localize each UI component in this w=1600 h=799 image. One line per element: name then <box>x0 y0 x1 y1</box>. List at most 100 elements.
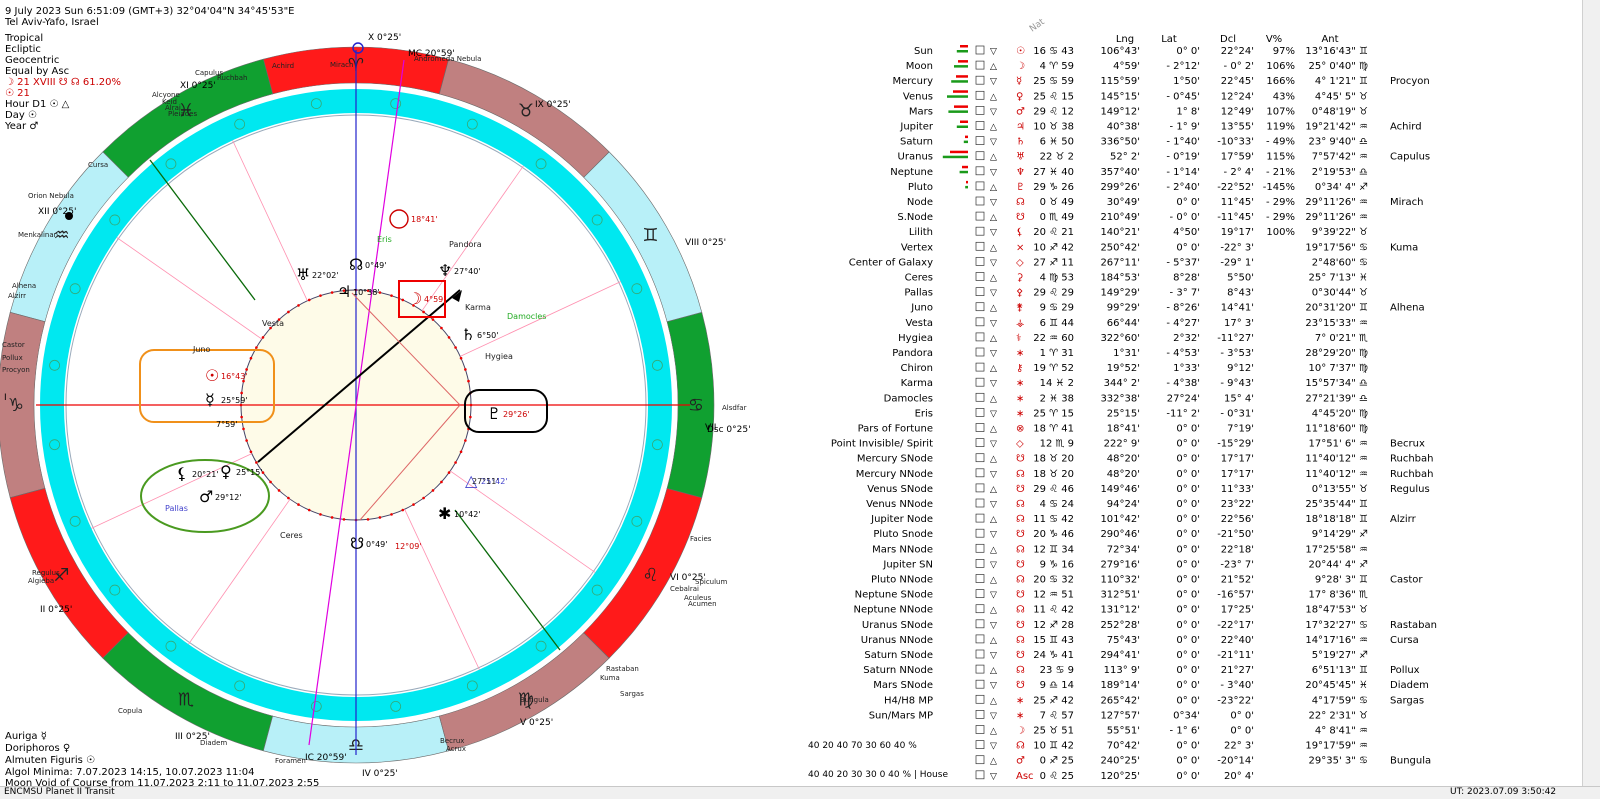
row-aspect-icon: △ <box>990 696 997 706</box>
row-declination: 17°17' <box>1221 454 1254 465</box>
row-glyph: ☋ <box>1016 680 1025 691</box>
row-longitude: 115°59' <box>1100 76 1140 87</box>
row-position: 6 ♓ 50 <box>1040 137 1074 148</box>
row-declination: - 9°43' <box>1220 378 1254 389</box>
row-longitude: 210°49' <box>1100 212 1140 223</box>
row-antiscia: 17° 8'36" ♏ <box>1309 590 1369 601</box>
row-longitude: 267°11' <box>1100 257 1140 268</box>
row-glyph: ♆ <box>1016 167 1025 178</box>
row-box-icon <box>975 725 985 734</box>
table-row: Uranus △ ♅ 22 ♉ 2 52° 2' - 0°19' 17°59' 115% 7°5… <box>898 150 1430 163</box>
row-glyph: ⊗ <box>1016 424 1024 435</box>
row-declination: - 3°40' <box>1220 680 1254 691</box>
row-name: Sun/Mars MP <box>869 710 933 721</box>
vertical-scrollbar[interactable] <box>1582 0 1600 786</box>
row-box-icon <box>975 90 985 100</box>
row-name: S.Node <box>897 212 933 223</box>
table-row: Chiron △ ⚷ 19 ♈ 52 19°52' 1°33' 9°12' 10° 7'37"… <box>901 362 1368 374</box>
row-antiscia: 4°45' 5" ♉ <box>1315 91 1368 102</box>
row-position: 29 ♌ 46 <box>1033 484 1074 495</box>
row-antiscia: 4°17'59" ♋ <box>1312 695 1368 706</box>
row-strength-bar-green <box>951 80 968 83</box>
row-position: 9 ♋ 29 <box>1040 303 1074 314</box>
row-declination: 0° 0' <box>1230 726 1254 737</box>
row-fixed-star: Becrux <box>1390 439 1425 450</box>
table-row: Mercury SNode △ ☋ 18 ♉ 20 48°20' 0° 0' 17°17' 1… <box>857 453 1434 465</box>
row-box-icon <box>975 423 985 432</box>
row-longitude: 250°42' <box>1100 242 1140 253</box>
row-name: Eris <box>915 408 933 419</box>
row-velocity: 107% <box>1266 106 1295 117</box>
table-row: Jupiter △ ♃ 10 ♉ 38 40°38' - 1° 9' 13°55' 119% 1… <box>899 120 1422 133</box>
row-aspect-icon: ▽ <box>990 772 997 782</box>
table-row: △ ♂ 0 ♐ 25 240°25' 0° 0' -20°14' 29°35' 3" ♋ Bu… <box>975 755 1431 767</box>
row-box-icon <box>975 513 985 523</box>
row-longitude: 25°15' <box>1107 408 1140 419</box>
row-aspect-icon: ▽ <box>990 168 997 178</box>
row-declination: 19°17' <box>1221 227 1254 238</box>
row-name: Mars SNode <box>873 680 933 691</box>
row-declination: - 2° 4' <box>1224 167 1254 178</box>
row-latitude: - 3° 7' <box>1170 288 1200 299</box>
row-strength-bar-green <box>963 140 968 144</box>
row-name: Venus NNode <box>866 499 933 510</box>
row-name: Jupiter <box>899 122 933 133</box>
row-position: 29 ♑ 26 <box>1033 182 1074 193</box>
row-position: 25 ♋ 59 <box>1033 76 1074 87</box>
row-box-icon <box>975 664 985 674</box>
row-latitude: 0° 0' <box>1176 559 1200 570</box>
row-latitude: 0° 0' <box>1176 454 1200 465</box>
status-bar: ENCMSU Planet II Transit UT: 2023.07.09 … <box>0 786 1600 799</box>
row-position: 10 ♊ 42 <box>1033 741 1074 752</box>
row-glyph: ☊ <box>1016 575 1025 586</box>
row-aspect-icon: △ <box>990 576 997 586</box>
row-longitude: 294°41' <box>1100 650 1140 661</box>
row-antiscia: 0°13'55" ♉ <box>1312 484 1368 495</box>
row-latitude: 0° 0' <box>1176 590 1200 601</box>
table-row: Lilith ▽ ⚸ 20 ♌ 21 140°21' 4°50' 19°17' 100% 9°3… <box>909 226 1368 238</box>
row-glyph: ∗ <box>1016 408 1024 419</box>
row-antiscia: 2°19'53" ♎ <box>1312 167 1368 178</box>
row-box-icon <box>975 679 985 689</box>
row-position: 9 ♑ 16 <box>1040 559 1074 570</box>
row-name: Sun <box>914 46 933 57</box>
row-position: 23 ♋ 9 <box>1040 665 1074 676</box>
row-longitude: 189°14' <box>1100 680 1140 691</box>
table-row: Mars SNode ▽ ☋ 9 ♎ 14 189°14' 0° 0' - 3°40' 20°… <box>873 679 1429 691</box>
row-glyph: ⚷ <box>1016 363 1023 374</box>
row-declination: 11°45' <box>1221 197 1254 208</box>
row-antiscia: 0°30'44" ♉ <box>1312 288 1368 299</box>
row-aspect-icon: ▽ <box>990 228 997 238</box>
row-longitude: 66°44' <box>1107 318 1140 329</box>
row-strength-bar-green <box>965 185 968 189</box>
table-row: Jupiter SN ▽ ☋ 9 ♑ 16 279°16' 0° 0' -23° 7' 20°… <box>882 559 1368 570</box>
row-aspect-icon: ▽ <box>990 47 997 57</box>
row-box-icon <box>975 272 985 281</box>
row-strength-bar-green <box>959 170 968 174</box>
row-latitude: 0° 0' <box>1176 575 1200 586</box>
row-antiscia: 18°18'18" ♊ <box>1305 514 1368 525</box>
table-row: Center of Galaxy ▽ ◇ 27 ♐ 11 267°11' - 5°37' -… <box>849 257 1368 268</box>
row-longitude: 19°52' <box>1107 363 1140 374</box>
row-aspect-icon: △ <box>990 183 997 193</box>
row-box-icon <box>975 302 985 312</box>
row-antiscia: 28°29'20" ♍ <box>1305 348 1368 359</box>
row-strength-bar-red <box>966 180 968 184</box>
table-row: Pluto NNode △ ☊ 20 ♋ 32 110°32' 0° 0' 21°52' 9°… <box>871 574 1423 586</box>
row-box-icon <box>975 166 985 176</box>
row-position: 4 ♍ 53 <box>1040 273 1074 284</box>
row-antiscia: 19°17'56" ♋ <box>1305 242 1368 253</box>
row-glyph: ☊ <box>1016 469 1025 480</box>
row-aspect-icon: ▽ <box>990 591 997 601</box>
row-glyph: ∗ <box>1016 393 1024 404</box>
row-glyph: ⚳ <box>1016 273 1023 284</box>
row-declination: 22°24' <box>1221 46 1254 57</box>
row-box-icon <box>975 755 985 765</box>
row-aspect-icon: △ <box>990 636 997 646</box>
row-glyph: ⚶ <box>1016 318 1025 329</box>
row-name: Lilith <box>909 227 933 238</box>
table-row: Pluto △ ♇ 29 ♑ 26 299°26' - 2°40' -22°52' -145%… <box>908 180 1368 193</box>
row-latitude: - 1° 6' <box>1170 726 1200 737</box>
row-antiscia: 7°57'42" ♒ <box>1312 152 1368 163</box>
row-declination: - 0°31' <box>1220 408 1254 419</box>
